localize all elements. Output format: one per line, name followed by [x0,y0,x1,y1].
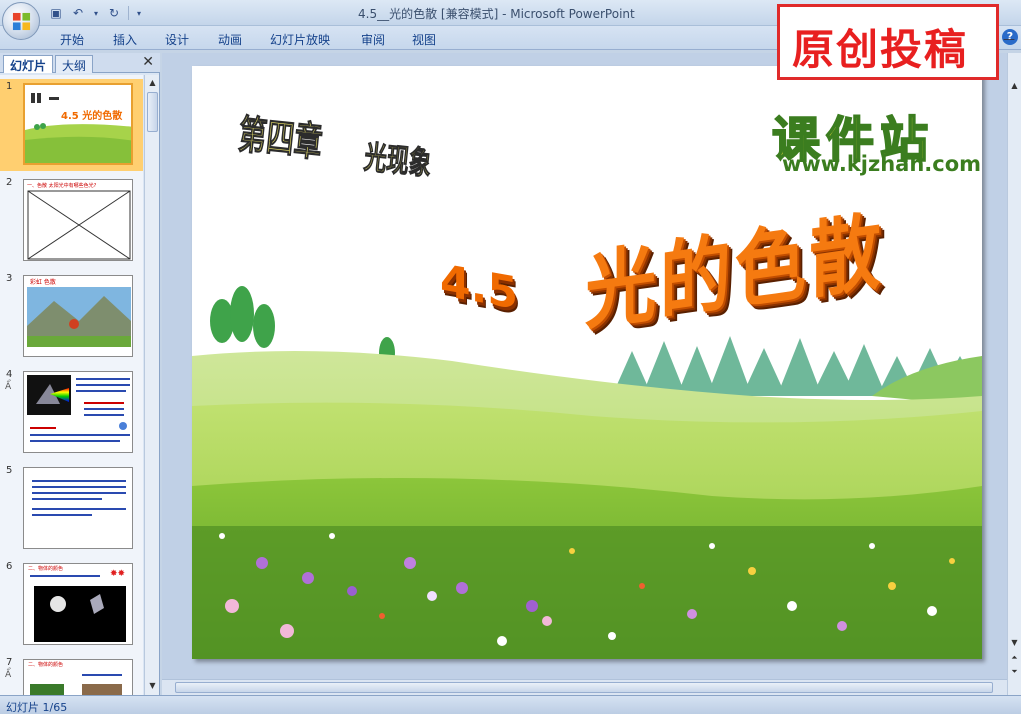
chapter-label[interactable]: 第四章 [236,102,326,168]
thumbnail-row-3[interactable]: 3 彩虹 色散 [0,271,143,363]
thumbnail-number: 5 [6,465,13,476]
undo-icon[interactable]: ↶ [70,5,86,21]
tab-outline[interactable]: 大纲 [55,55,94,73]
slide-editing-area: 第四章 光现象 4.5 光的色散 课件站 www.kjzhan.com [162,53,1007,695]
office-button[interactable] [2,2,40,40]
thumbnail-number: 1 [6,81,13,92]
slide-thumbnail-2[interactable]: 一、色散 太阳光中有哪些色光? [23,179,133,261]
window-title: 4.5__光的色散 [兼容模式] - Microsoft PowerPoint [358,7,635,21]
banner-text: 原创投稿 [792,25,969,74]
previous-slide-icon[interactable]: ⏶ [1008,653,1021,663]
thumbnail-number: 2 [6,177,13,188]
slide-thumbnail-3[interactable]: 彩虹 色散 [23,275,133,357]
scroll-down-icon[interactable]: ▼ [146,679,159,692]
tab-view[interactable]: 视图 [412,31,436,48]
save-icon[interactable]: ▣ [48,5,64,21]
image-placeholder-icon [27,190,131,260]
thumbnail-1-title: 4.5 光的色散 [61,111,123,122]
customize-qat-icon[interactable]: ▾ [135,5,143,21]
animation-icon: Ẩ [5,670,12,680]
watermark-url: www.kjzhan.com [782,152,982,176]
tab-review[interactable]: 审阅 [361,31,385,48]
tab-design[interactable]: 设计 [165,31,189,48]
vertical-scrollbar[interactable]: ▲ ▼ ⏶ ⏷ [1007,53,1021,695]
original-submission-banner[interactable]: 原创投稿 [777,4,999,80]
tab-slides[interactable]: 幻灯片 [3,55,54,73]
slide-thumbnail-4[interactable] [23,371,133,453]
svg-text:✸✸: ✸✸ [110,569,126,579]
thumbnail-row-4[interactable]: 4 Ẩ [0,367,143,459]
thumbnail-row-2[interactable]: 2 一、色散 太阳光中有哪些色光? [0,175,143,267]
thumbnail-3-heading: 彩虹 色散 [30,279,56,286]
close-panel-icon[interactable]: ✕ [142,54,154,70]
thumbnail-number: 6 [6,561,13,572]
thumbnail-1-art [25,85,131,163]
office-logo-icon [12,12,31,31]
current-slide[interactable]: 第四章 光现象 4.5 光的色散 课件站 www.kjzhan.com [192,66,982,659]
horizontal-scroll-thumb[interactable] [175,682,993,693]
thumbnail-row-6[interactable]: 6 二、物体的颜色 ✸✸ [0,559,143,651]
slide-thumbnail-6[interactable]: 二、物体的颜色 ✸✸ [23,563,133,645]
slide-thumbnail-1[interactable]: 4.5 光的色散 [23,83,133,165]
slide-counter: 幻灯片 1/65 [6,701,68,714]
qat-separator [128,6,129,20]
next-slide-icon[interactable]: ⏷ [1008,667,1021,677]
thumbnail-row-1[interactable]: 1 4.5 光的色散 [0,79,143,171]
thumbnail-7-heading: 二、物体的颜色 [28,662,64,668]
quick-access-toolbar: ▣ ↶ ▾ ↻ ▾ [48,4,143,22]
horizontal-scrollbar[interactable] [162,679,1007,695]
redo-icon[interactable]: ↻ [106,5,122,21]
scroll-thumb[interactable] [147,92,158,132]
scroll-down-icon[interactable]: ▼ [1008,638,1021,647]
status-bar: 幻灯片 1/65 [0,695,1021,714]
slides-panel: 幻灯片 大纲 ✕ 1 4.5 光的色散 2 一、色散 太阳光中有哪些色光? 3 … [0,53,160,695]
scroll-up-icon[interactable]: ▲ [1008,81,1021,90]
thumbnail-6-art: ✸✸ [30,569,126,642]
thumbnail-number: 3 [6,273,13,284]
thumbnail-number: 7 [6,657,13,668]
thumbnail-3-art [27,287,131,347]
tab-insert[interactable]: 插入 [113,31,137,48]
tab-home[interactable]: 开始 [60,31,84,48]
undo-dropdown-icon[interactable]: ▾ [92,5,100,21]
thumbnail-4-art [27,375,130,442]
thumbnail-2-heading: 一、色散 太阳光中有哪些色光? [27,183,97,189]
animation-icon: Ẩ [5,382,12,392]
slide-thumbnail-7[interactable]: 二、物体的颜色 [23,659,133,695]
thumbnail-list: 1 4.5 光的色散 2 一、色散 太阳光中有哪些色光? 3 彩虹 色散 4 Ẩ… [0,75,143,695]
slide-thumbnail-5[interactable] [23,467,133,549]
thumbnail-6-heading: 二、物体的颜色 [28,566,64,572]
tab-slideshow[interactable]: 幻灯片放映 [270,31,330,48]
tab-animations[interactable]: 动画 [218,31,242,48]
thumbnail-number: 4 [6,369,13,380]
thumbnail-5-art [32,480,126,516]
ribbon-minimize-icon[interactable]: — [1003,32,1017,46]
scroll-up-icon[interactable]: ▲ [146,76,159,89]
thumbnail-row-7[interactable]: 7 Ẩ 二、物体的颜色 [0,655,143,695]
panel-tabs: 幻灯片 大纲 ✕ [0,53,160,73]
chapter-subject[interactable]: 光现象 [362,132,434,185]
thumbnail-scrollbar[interactable]: ▲ ▼ [144,75,159,695]
thumbnail-row-5[interactable]: 5 [0,463,143,555]
